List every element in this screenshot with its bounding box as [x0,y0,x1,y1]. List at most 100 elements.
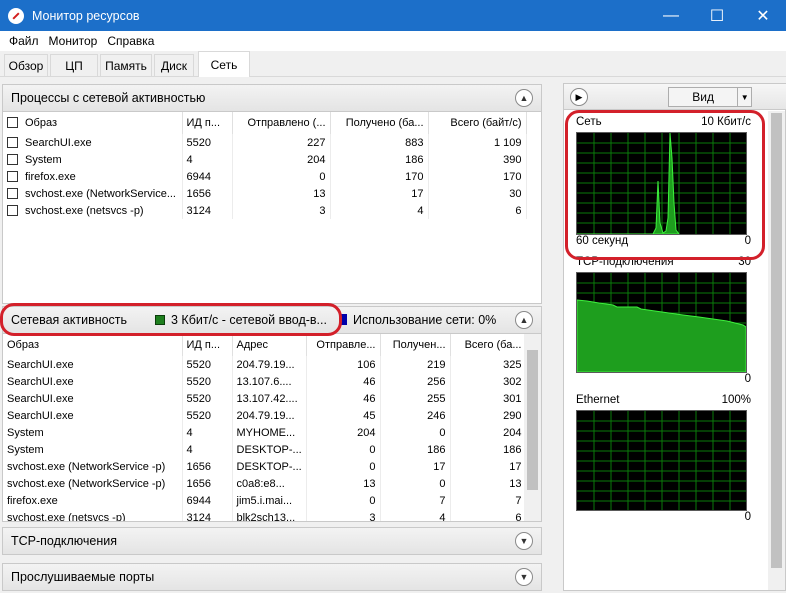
scrollbar-thumb[interactable] [771,113,782,568]
menu-help[interactable]: Справка [102,34,159,48]
table-row[interactable]: SearchUI.exe 5520 227 883 1 109 [3,134,527,151]
column-header-address[interactable]: Адрес [232,334,307,356]
table-row[interactable]: firefox.exe 6944 0 170 170 [3,168,527,185]
table-cell: 4 [182,424,233,441]
network-activity-panel-header[interactable]: Сетевая активность 3 Кбит/с - сетевой вв… [2,306,542,334]
close-button[interactable]: ✕ [740,0,786,31]
table-row[interactable]: SearchUI.exe 5520 204.79.19... 45 246 290 [3,407,527,424]
table-cell: 46 [306,390,381,407]
table-cell: 5520 [182,390,233,407]
row-checkbox[interactable] [7,136,18,148]
column-header-image[interactable]: Образ [3,334,183,356]
table-row[interactable]: svchost.exe (NetworkService -p) 1656 c0a8:… [3,475,527,492]
minimize-button[interactable]: — [648,0,694,31]
table-cell: 45 [306,407,381,424]
table-cell: 3 [306,509,381,521]
ports-panel-header[interactable]: Прослушиваемые порты ▼ [2,563,542,591]
table-cell: 5520 [182,373,233,390]
table-cell: 204 [306,424,381,441]
network-io-label: 3 Кбит/с - сетевой ввод-в... [171,313,327,327]
maximize-button[interactable]: ☐ [694,0,740,31]
network-activity-title: Сетевая активность [11,313,128,327]
tab-cpu[interactable]: ЦП [50,54,98,76]
graph-title: TCP-подключения [576,256,674,268]
tcp-panel-header[interactable]: TCP-подключения ▼ [2,527,542,555]
column-header-total[interactable]: Всего (ба... [450,334,527,356]
table-row[interactable]: svchost.exe (NetworkService... 1656 13 17 30 [3,185,527,202]
table-cell: 6944 [182,492,233,509]
tab-memory[interactable]: Память [100,54,152,76]
collapse-chevron-icon[interactable]: ▲ [515,311,533,329]
window-title: Монитор ресурсов [32,8,140,23]
column-header-received[interactable]: Получено (ба... [330,112,429,134]
column-header-pid[interactable]: ИД п... [182,112,233,134]
table-cell: 290 [450,407,527,424]
table-cell: 4 [182,441,233,458]
table-cell: 106 [306,356,381,373]
column-header-pid[interactable]: ИД п... [182,334,233,356]
table-cell: 46 [306,373,381,390]
table-row[interactable]: SearchUI.exe 5520 13.107.6.... 46 256 302 [3,373,527,390]
table-row[interactable]: svchost.exe (NetworkService -p) 1656 DESKT… [3,458,527,475]
network-graph-plot [576,132,747,235]
row-checkbox[interactable] [7,170,18,182]
row-checkbox[interactable] [7,153,18,165]
table-cell: 5520 [182,356,233,373]
ethernet-graph-plot [576,410,747,511]
tcp-panel-title: TCP-подключения [11,534,118,548]
column-header-total[interactable]: Всего (байт/с) [428,112,527,134]
table-row[interactable]: SearchUI.exe 5520 204.79.19... 106 219 325 [3,356,527,373]
tab-disk[interactable]: Диск [154,54,194,76]
table-cell: DESKTOP-... [232,458,307,475]
graphs-pane: ▶ Вид ▼ Сеть 10 Кбит/с 60 секунд 0 TCP-п… [563,83,786,591]
table-cell: 13.107.6.... [232,373,307,390]
collapse-chevron-icon[interactable]: ▲ [515,89,533,107]
graph-min-label: 0 [744,235,751,247]
row-checkbox[interactable] [7,204,18,216]
column-header-sent[interactable]: Отправле... [306,334,381,356]
table-cell: 390 [428,151,527,168]
table-cell: 5520 [182,407,233,424]
tab-overview[interactable]: Обзор [4,54,48,76]
expand-chevron-icon[interactable]: ▼ [515,532,533,550]
table-cell: System [3,424,183,441]
table-row[interactable]: firefox.exe 6944 jim5.i.mai... 0 7 7 [3,492,527,509]
network-usage-label: Использование сети: 0% [353,313,497,327]
tcp-graph: TCP-подключения 30 0 [576,256,751,387]
view-dropdown[interactable]: Вид ▼ [668,87,752,107]
table-cell: 4 [182,151,233,168]
table-row[interactable]: System 4 204 186 390 [3,151,527,168]
table-cell: 0 [306,492,381,509]
main-area: Процессы с сетевой активностью ▲ Образ И… [0,77,786,593]
graphs-scrollbar[interactable] [768,111,785,590]
table-cell: MYHOME... [232,424,307,441]
table-cell: 7 [380,492,451,509]
table-cell: 6 [450,509,527,521]
table-row[interactable]: System 4 DESKTOP-... 0 186 186 [3,441,527,458]
vertical-scrollbar[interactable] [524,334,541,521]
table-cell: 1 109 [428,134,527,151]
table-row[interactable]: svchost.exe (netsvcs -p) 3124 blk2sch13...… [3,509,527,521]
scrollbar-thumb[interactable] [527,350,538,490]
processes-panel-header[interactable]: Процессы с сетевой активностью ▲ [2,84,542,112]
tab-network[interactable]: Сеть [198,51,250,78]
dropdown-arrow-icon[interactable]: ▼ [737,88,751,106]
table-cell: 204 [232,151,331,168]
table-row[interactable]: svchost.exe (netsvcs -p) 3124 3 4 6 [3,202,527,219]
table-cell: 255 [380,390,451,407]
ethernet-graph-svg [577,411,746,510]
menu-file[interactable]: Файл [4,34,44,48]
column-header-sent[interactable]: Отправлено (... [232,112,331,134]
menu-monitor[interactable]: Монитор [44,34,103,48]
row-checkbox[interactable] [7,187,18,199]
column-header-received[interactable]: Получен... [380,334,451,356]
column-header-image[interactable]: Образ [3,112,183,134]
ethernet-graph: Ethernet 100% 0 [576,394,751,525]
table-row[interactable]: SearchUI.exe 5520 13.107.42.... 46 255 301 [3,390,527,407]
table-cell: 170 [330,168,429,185]
select-all-checkbox[interactable] [7,117,18,128]
table-cell: 5520 [182,134,233,151]
expand-chevron-icon[interactable]: ▼ [515,568,533,586]
collapse-pane-arrow-icon[interactable]: ▶ [570,88,588,106]
table-row[interactable]: System 4 MYHOME... 204 0 204 [3,424,527,441]
